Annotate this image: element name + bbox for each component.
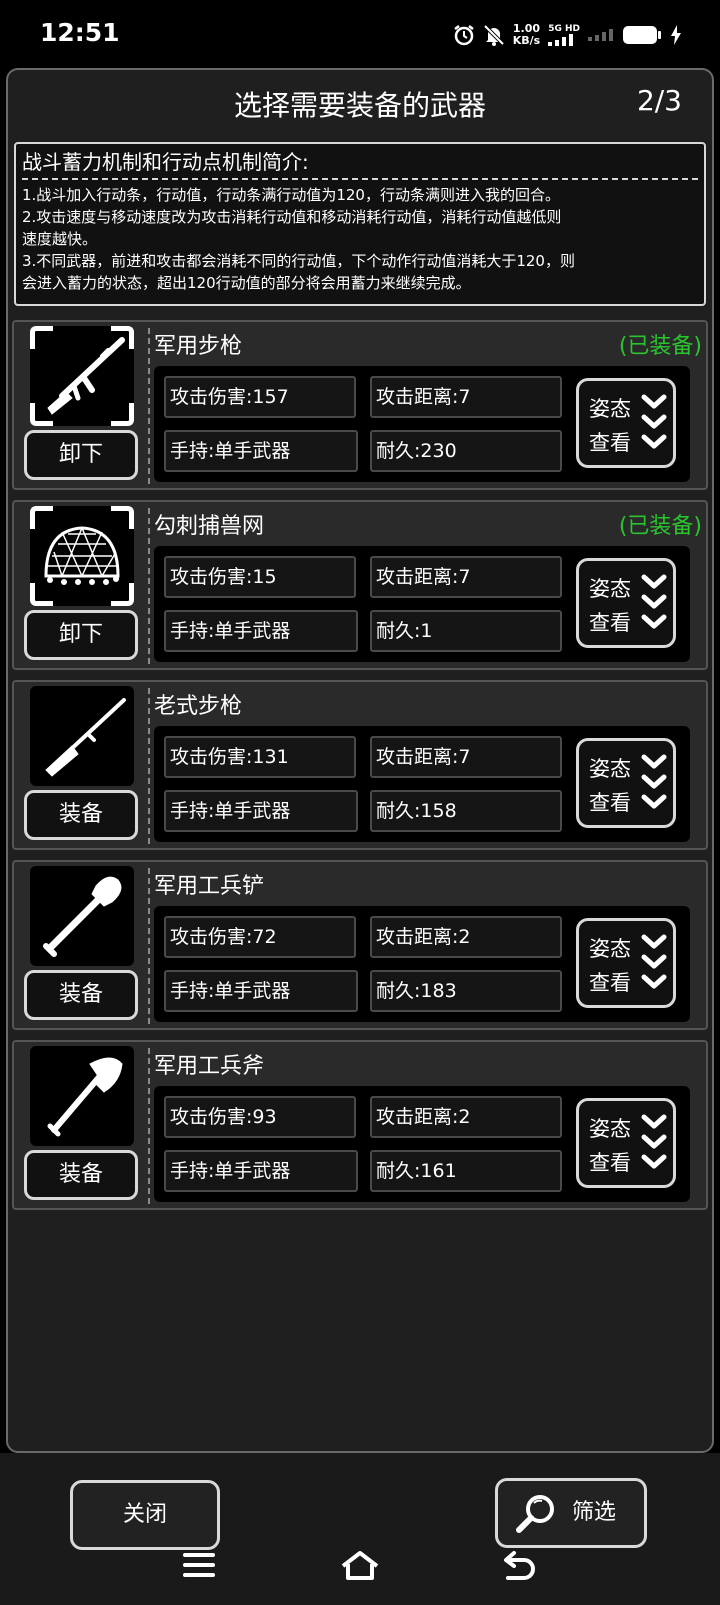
battery-icon [623, 26, 661, 44]
unequip-button[interactable]: 卸下 [24, 610, 138, 660]
chevrons-down-icon [641, 394, 667, 449]
shovel-icon [43, 876, 122, 957]
home-icon[interactable] [340, 1550, 380, 1582]
intro-line: 会进入蓄力的状态，超出120行动值的部分将会用蓄力来继续完成。 [22, 274, 471, 292]
durability: 耐久:230 [370, 430, 562, 472]
durability: 耐久:161 [370, 1150, 562, 1192]
weapon-stats: 攻击伤害:93 攻击距离:2 手持:单手武器 耐久:161 姿态 查看 [154, 1086, 690, 1202]
durability: 耐久:183 [370, 970, 562, 1012]
view-pose-button[interactable]: 姿态 查看 [576, 918, 676, 1008]
alarm-icon [453, 25, 474, 46]
status-icons: 1.00 KB/s 5G HD [453, 20, 682, 50]
chevrons-down-icon [641, 934, 667, 989]
weapon-card-entrenching-axe: 装备 军用工兵斧 攻击伤害:93 攻击距离:2 手持:单手武器 耐久:161 姿… [12, 1040, 708, 1210]
hold-type: 手持:单手武器 [164, 610, 358, 652]
attack-damage: 攻击伤害:93 [164, 1096, 356, 1138]
attack-damage: 攻击伤害:131 [164, 736, 356, 778]
card-divider [148, 1048, 150, 1204]
chevrons-down-icon [641, 1114, 667, 1169]
weapon-name: 勾刺捕兽网 [154, 514, 265, 539]
durability: 耐久:158 [370, 790, 562, 832]
chevrons-down-icon [641, 574, 667, 629]
mechanics-intro: 战斗蓄力机制和行动点机制简介: 1.战斗加入行动条，行动值，行动条满行动值为12… [14, 142, 706, 306]
weapon-name: 军用步枪 [154, 334, 243, 359]
weapon-stats: 攻击伤害:157 攻击距离:7 手持:单手武器 耐久:230 姿态 查看 [154, 366, 690, 482]
filter-label: 筛选 [572, 1500, 617, 1525]
system-nav-bar [0, 1540, 720, 1605]
weapon-card-entrenching-shovel: 装备 军用工兵铲 攻击伤害:72 攻击距离:2 手持:单手武器 耐久:183 姿… [12, 860, 708, 1030]
intro-title: 战斗蓄力机制和行动点机制简介: [22, 150, 309, 174]
page-title: 选择需要装备的武器 [233, 89, 486, 122]
signal-icon [548, 34, 574, 46]
net-speed: 1.00 KB/s [512, 22, 541, 47]
attack-range: 攻击距离:7 [370, 376, 562, 418]
charging-icon [671, 25, 681, 45]
card-divider [148, 688, 150, 844]
hold-type: 手持:单手武器 [164, 430, 358, 472]
weapon-icon-frame [30, 506, 134, 606]
attack-range: 攻击距离:7 [370, 736, 562, 778]
hold-type: 手持:单手武器 [164, 1150, 358, 1192]
search-icon [516, 1495, 554, 1533]
card-divider [148, 328, 150, 484]
view-pose-button[interactable]: 姿态 查看 [576, 558, 676, 648]
weapon-card-barbed-net: 卸下 勾刺捕兽网 (已装备) 攻击伤害:15 攻击距离:7 手持:单手武器 耐久… [12, 500, 708, 670]
net-icon [44, 526, 120, 585]
weapon-name: 军用工兵斧 [154, 1054, 265, 1079]
durability: 耐久:1 [370, 610, 562, 652]
weapon-card-old-rifle: 装备 老式步枪 攻击伤害:131 攻击距离:7 手持:单手武器 耐久:158 姿… [12, 680, 708, 850]
status-bar: 12:51 1.00 KB/s 5G HD [0, 0, 720, 70]
axe-icon [47, 1057, 123, 1137]
equip-button[interactable]: 装备 [24, 970, 138, 1020]
equipped-badge: (已装备) [618, 514, 702, 539]
equipped-badge: (已装备) [618, 334, 702, 359]
attack-damage: 攻击伤害:15 [164, 556, 356, 598]
intro-line: 3.不同武器，前进和攻击都会消耗不同的行动值，下个动作行动值消耗大于120，则 [22, 252, 575, 270]
intro-line: 2.攻击速度与移动速度改为攻击消耗行动值和移动消耗行动值，消耗行动值越低则 [22, 208, 562, 226]
unequip-button[interactable]: 卸下 [24, 430, 138, 480]
weapon-icon-frame [30, 1046, 134, 1146]
weapon-icon-frame [30, 686, 134, 786]
page-indicator: 2/3 [636, 84, 682, 117]
card-divider [148, 868, 150, 1024]
intro-line: 1.战斗加入行动条，行动值，行动条满行动值为120，行动条满则进入我的回合。 [22, 186, 560, 204]
signal-group: 5G HD [548, 24, 580, 46]
view-pose-button[interactable]: 姿态 查看 [576, 738, 676, 828]
weapon-name: 军用工兵铲 [154, 874, 265, 899]
weapon-stats: 攻击伤害:15 攻击距离:7 手持:单手武器 耐久:1 姿态 查看 [154, 546, 690, 662]
filter-button[interactable]: 筛选 [495, 1478, 647, 1548]
weapon-stats: 攻击伤害:131 攻击距离:7 手持:单手武器 耐久:158 姿态 查看 [154, 726, 690, 842]
intro-divider [22, 178, 698, 180]
back-icon[interactable] [502, 1550, 536, 1582]
weapon-icon-frame [30, 326, 134, 426]
intro-line: 速度越快。 [22, 230, 98, 248]
view-pose-button[interactable]: 姿态 查看 [576, 1098, 676, 1188]
menu-icon[interactable] [182, 1550, 216, 1580]
attack-range: 攻击距离:2 [370, 1096, 562, 1138]
attack-range: 攻击距离:7 [370, 556, 562, 598]
card-divider [148, 508, 150, 664]
hold-type: 手持:单手武器 [164, 790, 358, 832]
rifle-icon [47, 337, 125, 415]
attack-damage: 攻击伤害:157 [164, 376, 356, 418]
weapon-name: 老式步枪 [154, 694, 243, 719]
old-rifle-icon [45, 698, 126, 777]
equip-button[interactable]: 装备 [24, 790, 138, 840]
weapon-icon-frame [30, 866, 134, 966]
weapon-stats: 攻击伤害:72 攻击距离:2 手持:单手武器 耐久:183 姿态 查看 [154, 906, 690, 1022]
network-label: 5G HD [548, 24, 580, 34]
chevrons-down-icon [641, 754, 667, 809]
signal-icon [588, 29, 613, 41]
attack-damage: 攻击伤害:72 [164, 916, 356, 958]
view-pose-button[interactable]: 姿态 查看 [576, 378, 676, 468]
mute-icon [483, 24, 505, 46]
weapon-card-military-rifle: 卸下 军用步枪 (已装备) 攻击伤害:157 攻击距离:7 手持:单手武器 耐久… [12, 320, 708, 490]
hold-type: 手持:单手武器 [164, 970, 358, 1012]
attack-range: 攻击距离:2 [370, 916, 562, 958]
equip-button[interactable]: 装备 [24, 1150, 138, 1200]
status-time: 12:51 [40, 18, 120, 47]
